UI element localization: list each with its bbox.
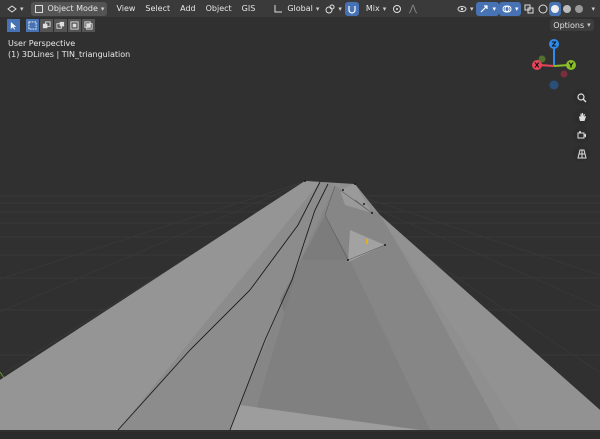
chevron-down-icon: ▾: [514, 4, 519, 13]
snap-mode-label: Mix: [365, 4, 380, 13]
navigation-gizmo[interactable]: Z X Y: [524, 36, 584, 96]
shading-wireframe-button[interactable]: [537, 2, 549, 16]
select-intersect-icon: [84, 20, 93, 30]
menu-select[interactable]: Select: [140, 4, 175, 13]
xray-icon: [524, 4, 534, 13]
gizmo-x-label: X: [534, 62, 540, 70]
gizmo-z-label: Z: [551, 41, 556, 49]
select-mode-extend-button[interactable]: [40, 18, 53, 32]
visibility-selector[interactable]: ▾: [454, 2, 477, 16]
pan-button[interactable]: [573, 108, 590, 125]
object-mode-icon: [34, 4, 43, 13]
falloff-curve-icon: [409, 3, 418, 13]
menu-gis[interactable]: GIS: [237, 4, 261, 13]
select-box-icon: [28, 20, 37, 30]
menu-add[interactable]: Add: [175, 4, 201, 13]
3d-viewport-icon: [7, 4, 17, 13]
overlays-toggle[interactable]: ▾: [498, 1, 522, 16]
shading-material-button[interactable]: [561, 2, 573, 16]
gizmo-y-label: Y: [567, 62, 574, 70]
wireframe-shading-icon: [538, 4, 548, 13]
mode-label: Object Mode: [47, 4, 98, 13]
shading-solid-button[interactable]: [549, 1, 562, 16]
active-object-label: (1) 3DLines | TIN_triangulation: [8, 50, 131, 59]
camera-view-button[interactable]: [573, 126, 590, 143]
grid-icon: [576, 149, 587, 158]
gizmo-neg-x[interactable]: [560, 70, 568, 78]
viewport-info: User Perspective (1) 3DLines | TIN_trian…: [8, 38, 130, 60]
snap-icon: [348, 5, 356, 14]
select-mode-subtract-button[interactable]: [54, 18, 67, 32]
gizmo-icon: [481, 4, 489, 12]
chevron-down-icon: ▾: [591, 4, 595, 13]
zoom-icon: [576, 92, 586, 102]
cursor-icon: [10, 21, 17, 30]
menu-object[interactable]: Object: [201, 4, 237, 13]
chevron-down-icon: ▾: [587, 21, 591, 29]
zoom-button[interactable]: [573, 89, 590, 106]
shading-rendered-button[interactable]: [573, 2, 585, 16]
viewport-header: ▾ Object Mode ▾ View Select Add Object G…: [0, 0, 600, 17]
select-tool-button[interactable]: [7, 18, 20, 32]
object-origin: [366, 239, 368, 244]
gizmo-toggle[interactable]: ▾: [476, 1, 499, 16]
hand-icon: [578, 112, 586, 121]
chevron-down-icon: ▾: [338, 4, 342, 13]
tool-settings-bar: [0, 17, 600, 33]
proportional-edit-toggle[interactable]: [389, 2, 405, 16]
snap-toggle[interactable]: [344, 1, 359, 16]
select-mode-invert-button[interactable]: [68, 18, 81, 32]
chevron-down-icon: ▾: [382, 4, 387, 13]
perspective-label: User Perspective: [8, 39, 76, 48]
options-label: Options: [553, 20, 585, 30]
proportional-falloff-button[interactable]: [405, 2, 421, 16]
select-mode-new-button[interactable]: [26, 18, 39, 32]
solid-shading-icon: [551, 4, 560, 13]
pivot-point-icon: [325, 4, 335, 13]
status-bar: [0, 432, 600, 439]
select-mode-intersect-button[interactable]: [82, 18, 95, 32]
transform-orientation-icon: [274, 4, 283, 12]
chevron-down-icon: ▾: [469, 4, 474, 13]
3d-viewport[interactable]: [0, 0, 600, 439]
transform-orientation-selector[interactable]: Global ▾: [270, 2, 322, 16]
material-shading-icon: [563, 4, 572, 13]
eye-icon: [457, 5, 467, 12]
gizmo-neg-z[interactable]: [549, 80, 559, 90]
select-subtract-icon: [56, 21, 65, 29]
menu-view[interactable]: View: [111, 4, 140, 13]
snap-mode-selector[interactable]: Mix ▾: [363, 2, 389, 16]
camera-icon: [577, 130, 586, 138]
chevron-down-icon: ▾: [20, 4, 24, 13]
select-extend-icon: [42, 20, 51, 28]
pivot-point-selector[interactable]: ▾: [322, 2, 345, 16]
mode-selector[interactable]: Object Mode ▾: [30, 1, 108, 16]
proportional-edit-icon: [393, 4, 402, 13]
chevron-down-icon: ▾: [100, 4, 105, 13]
chevron-down-icon: ▾: [492, 4, 496, 13]
select-invert-icon: [70, 20, 79, 30]
chevron-down-icon: ▾: [315, 4, 320, 13]
transform-orientation-label: Global: [287, 4, 313, 13]
rendered-shading-icon: [575, 4, 584, 13]
editor-type-button[interactable]: ▾: [4, 2, 27, 16]
overlays-icon: [502, 5, 512, 12]
xray-toggle[interactable]: [521, 2, 537, 16]
shading-options-button[interactable]: ▾: [585, 2, 598, 16]
perspective-toggle-button[interactable]: [573, 145, 590, 162]
options-button[interactable]: Options ▾: [550, 19, 594, 31]
